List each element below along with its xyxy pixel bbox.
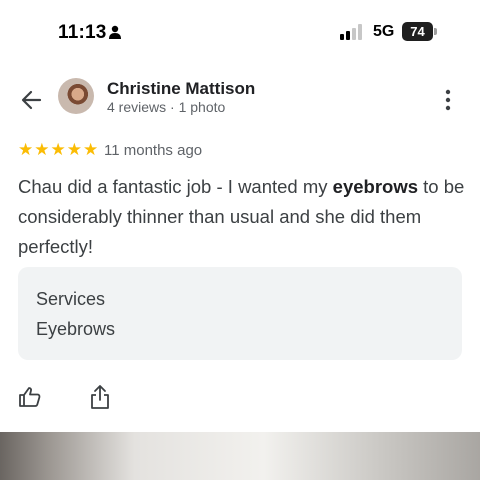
- status-bar: 11:13 5G 74: [0, 0, 480, 64]
- review-text-highlight: eyebrows: [332, 176, 419, 197]
- star-icon: ★: [50, 140, 66, 159]
- review-text: Chau did a fantastic job - I wanted my e…: [18, 172, 468, 262]
- more-vert-icon[interactable]: [438, 88, 458, 112]
- services-title: Services: [36, 289, 106, 309]
- review-text-part: Chau did a fantastic job - I wanted my: [18, 176, 333, 197]
- back-arrow-icon[interactable]: [18, 86, 46, 114]
- battery-indicator: 74: [402, 22, 433, 41]
- avatar[interactable]: [58, 78, 94, 114]
- star-icon: ★: [83, 140, 99, 159]
- star-icon: ★: [34, 140, 50, 159]
- star-icon: ★: [18, 140, 34, 159]
- star-rating: ★ ★ ★ ★ ★: [18, 139, 99, 161]
- reviewer-name[interactable]: Christine Mattison: [107, 79, 255, 99]
- status-time: 11:13: [58, 22, 107, 43]
- battery-tip: [434, 28, 437, 35]
- reviewer-meta: 4 reviews · 1 photo: [107, 99, 226, 115]
- review-photo[interactable]: [0, 432, 480, 480]
- battery-level: 74: [410, 24, 425, 39]
- services-card: Services Eyebrows: [18, 267, 462, 360]
- person-icon: [109, 25, 121, 39]
- star-icon: ★: [66, 140, 82, 159]
- share-icon[interactable]: [89, 384, 111, 410]
- network-type: 5G: [373, 23, 395, 40]
- services-value: Eyebrows: [36, 319, 116, 339]
- thumb-up-icon[interactable]: [18, 385, 42, 409]
- signal-icon: [340, 24, 362, 40]
- review-date: 11 months ago: [104, 142, 203, 159]
